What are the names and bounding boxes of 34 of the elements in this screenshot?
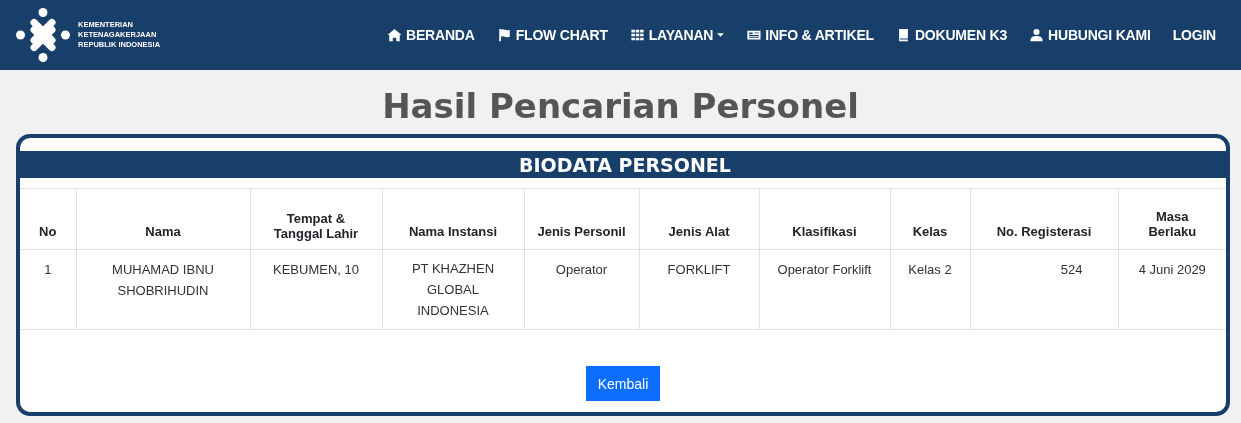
home-icon xyxy=(387,28,403,42)
flag-icon xyxy=(496,28,512,42)
table-cell: PT KHAZHEN GLOBAL INDONESIA xyxy=(382,249,524,330)
column-header: Jenis Alat xyxy=(639,188,759,250)
column-header: Jenis Personil xyxy=(524,188,639,250)
table-cell: Kelas 2 xyxy=(890,249,970,330)
nav-link[interactable]: DOKUMEN K3 xyxy=(884,27,1019,43)
column-header: Klasifikasi xyxy=(759,188,890,250)
column-header: Nama xyxy=(76,188,250,250)
table-cell: 524 xyxy=(970,249,1118,330)
page-title: Hasil Pencarian Personel xyxy=(381,85,860,128)
table-cell: 1 xyxy=(20,249,76,330)
nav-link[interactable]: LAYANAN xyxy=(618,27,736,43)
table-cell: Operator xyxy=(524,249,639,330)
back-button[interactable]: Kembali xyxy=(585,366,661,401)
column-header: Kelas xyxy=(890,188,970,250)
table-cell: Operator Forklift xyxy=(759,249,890,330)
table-cell: FORKLIFT xyxy=(639,249,759,330)
table-cell: MUHAMAD IBNU SHOBRIHUDIN xyxy=(76,249,250,330)
nav-link[interactable]: BERANDA xyxy=(376,27,486,43)
column-header: No. Registerasi xyxy=(970,188,1118,250)
newspaper-icon xyxy=(746,28,762,42)
column-header: Nama Instansi xyxy=(382,188,524,250)
column-header: Tempat & Tanggal Lahir xyxy=(250,188,382,250)
nav-link[interactable]: HUBUNGI KAMI xyxy=(1018,27,1162,43)
nav-link[interactable]: FLOW CHART xyxy=(485,27,619,43)
user-icon xyxy=(1029,28,1045,42)
nav-link[interactable]: LOGIN xyxy=(1161,27,1227,43)
table-cell: KEBUMEN, 10 xyxy=(250,249,382,330)
nav-link[interactable]: INFO & ARTIKEL xyxy=(735,27,885,43)
grid-icon xyxy=(629,28,645,42)
column-header: Masa Berlaku xyxy=(1118,188,1226,250)
logo-icon xyxy=(16,8,70,62)
column-header: No xyxy=(20,188,76,250)
